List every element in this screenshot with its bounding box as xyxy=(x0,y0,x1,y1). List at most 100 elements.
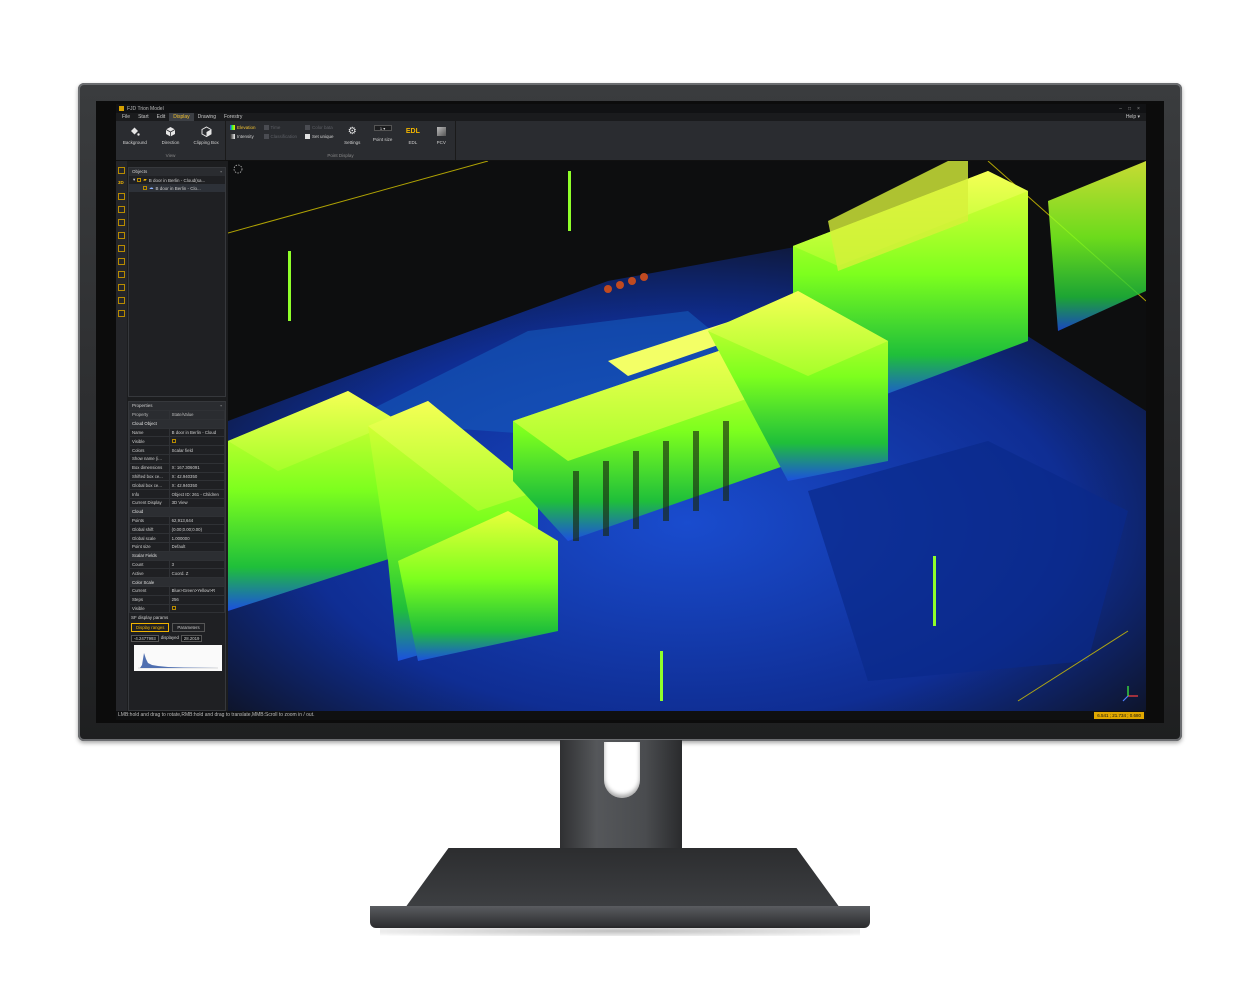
property-value[interactable] xyxy=(168,453,226,464)
property-value[interactable]: 256 xyxy=(168,594,226,605)
property-row[interactable]: Info Object ID: 261 - Children xyxy=(129,489,226,499)
pcv-button[interactable]: PCV xyxy=(432,123,451,153)
property-value[interactable]: (0.00;0.00;0.00) xyxy=(168,524,226,535)
set-unique-button[interactable]: Set unique xyxy=(305,134,334,139)
panel-pin-icon[interactable]: ▫ xyxy=(220,169,222,175)
property-row[interactable]: Current Display 3D View xyxy=(129,497,226,508)
menu-forestry[interactable]: Forestry xyxy=(220,113,246,121)
property-row[interactable]: Box dimensions X: 167.306091 xyxy=(129,462,226,473)
tool-view-icon[interactable] xyxy=(118,167,125,174)
property-value[interactable]: X: 167.306091 xyxy=(168,462,226,473)
tool-back-view-icon[interactable] xyxy=(118,219,125,226)
property-value[interactable]: B door in Berlin - Cloud xyxy=(168,427,226,438)
range-max-input[interactable]: 28.2019 xyxy=(180,635,203,643)
menu-start[interactable]: Start xyxy=(134,113,153,121)
tree-item-label: B door in Berlin - Clo... xyxy=(155,185,201,191)
property-value[interactable]: 1.000000 xyxy=(168,533,226,543)
property-row[interactable]: Global shift (0.00;0.00;0.00) xyxy=(129,524,226,535)
property-value[interactable]: X: 42.940350 xyxy=(168,480,226,491)
tab-parameters[interactable]: Parameters xyxy=(172,623,205,633)
property-section[interactable]: Scalar Fields xyxy=(129,550,225,561)
classification-button[interactable]: Classification xyxy=(263,134,297,139)
range-min-input[interactable]: -4.2477993 xyxy=(131,635,159,643)
background-button[interactable]: Background xyxy=(120,123,150,153)
property-row[interactable]: Colors Scalar field xyxy=(129,445,226,455)
menu-display[interactable]: Display xyxy=(169,113,194,121)
tool-right-view-icon[interactable] xyxy=(118,245,125,252)
tool-iso-view-icon[interactable] xyxy=(118,284,125,291)
3d-viewport[interactable] xyxy=(228,161,1146,711)
tool-measure-icon[interactable] xyxy=(118,297,125,304)
property-row[interactable]: Point size Default xyxy=(129,541,226,552)
property-section[interactable]: Color Scale xyxy=(129,577,225,587)
menu-drawing[interactable]: Drawing xyxy=(194,113,220,121)
property-row[interactable]: Current Blue>Green>Yellow>R xyxy=(129,585,226,596)
tool-lock-icon[interactable] xyxy=(118,193,125,200)
color-bata-button[interactable]: Color bata xyxy=(305,125,334,130)
elevation-button[interactable]: Elevation xyxy=(230,125,256,130)
direction-label: Direction xyxy=(161,140,180,145)
tool-bottom-view-icon[interactable] xyxy=(118,271,125,278)
ribbon-toolbar: Background Direction Clipping Box View E… xyxy=(116,121,1146,161)
close-button[interactable]: × xyxy=(1134,106,1143,112)
property-value[interactable]: 3 xyxy=(168,559,226,570)
help-menu[interactable]: Help ▾ xyxy=(1120,114,1146,120)
visible-checkbox[interactable] xyxy=(171,438,176,443)
intensity-button[interactable]: Intensity xyxy=(230,134,256,139)
tree-item-cloud[interactable]: ☁ B door in Berlin - Clo... xyxy=(129,184,225,192)
panel-pin-icon[interactable]: ▫ xyxy=(220,403,222,409)
property-section[interactable]: Cloud xyxy=(129,506,225,517)
menu-file[interactable]: File xyxy=(118,113,134,121)
property-value[interactable]: 62,913,644 xyxy=(168,515,226,526)
tree-checkbox[interactable] xyxy=(137,178,142,182)
property-value[interactable] xyxy=(168,436,226,447)
maximize-button[interactable]: □ xyxy=(1125,106,1134,112)
property-key: Steps xyxy=(129,594,170,605)
direction-button[interactable]: Direction xyxy=(156,123,186,153)
property-section-label: Cloud xyxy=(129,506,225,517)
menu-edit[interactable]: Edit xyxy=(153,113,170,121)
tool-left-view-icon[interactable] xyxy=(118,232,125,239)
property-row[interactable]: Count 3 xyxy=(129,559,226,570)
property-value[interactable]: Default xyxy=(168,541,226,552)
tool-3d-icon[interactable]: 3D xyxy=(118,180,125,187)
point-size-control[interactable]: 1 ▾ Point size xyxy=(371,123,394,153)
point-size-input[interactable]: 1 ▾ xyxy=(373,125,392,131)
property-row[interactable]: Show name (i... xyxy=(129,453,226,464)
property-value[interactable]: 3D View xyxy=(168,497,226,508)
tool-crop-icon[interactable] xyxy=(118,310,125,317)
property-row[interactable]: Global box ce... X: 42.940350 xyxy=(129,480,226,491)
property-value[interactable]: Scalar field xyxy=(168,445,226,455)
clipping-box-button[interactable]: Clipping Box xyxy=(191,123,221,153)
elevation-icon xyxy=(230,125,235,130)
visible-checkbox[interactable] xyxy=(171,605,176,610)
property-value[interactable]: Coord. Z xyxy=(168,568,226,579)
tab-display-ranges[interactable]: Display ranges xyxy=(131,623,170,633)
property-value[interactable]: Object ID: 261 - Children xyxy=(168,489,226,499)
property-row[interactable]: Steps 256 xyxy=(129,594,226,605)
settings-button[interactable]: ⚙ Settings xyxy=(342,123,363,153)
chevron-down-icon[interactable]: ▾ xyxy=(133,177,135,183)
tool-front-view-icon[interactable] xyxy=(118,206,125,213)
property-row[interactable]: Global scale 1.000000 xyxy=(129,533,226,543)
property-row[interactable]: Name B door in Berlin - Cloud xyxy=(129,427,226,438)
property-key: Global shift xyxy=(129,524,170,535)
tree-item-root[interactable]: ▾ ▰ B door in Berlin - Cloud(sa... xyxy=(129,176,225,184)
edl-button[interactable]: EDL EDL xyxy=(402,123,423,153)
property-row[interactable]: Visible xyxy=(129,436,226,447)
property-value[interactable]: X: 42.940350 xyxy=(168,471,226,482)
minimize-button[interactable]: – xyxy=(1116,106,1125,112)
property-value[interactable] xyxy=(168,603,226,614)
time-button[interactable]: Time xyxy=(263,125,298,130)
property-row[interactable]: Active Coord. Z xyxy=(129,568,226,579)
property-value[interactable]: Blue>Green>Yellow>R xyxy=(168,585,226,596)
tool-top-view-icon[interactable] xyxy=(118,258,125,265)
column-header-value: State/Value xyxy=(168,410,226,420)
tree-checkbox[interactable] xyxy=(143,186,147,190)
histogram[interactable] xyxy=(134,645,222,672)
property-key: Current Display xyxy=(129,497,170,508)
property-section[interactable]: Cloud Object xyxy=(129,418,225,429)
property-row[interactable]: Visible xyxy=(129,603,226,614)
property-row[interactable]: Points 62,913,644 xyxy=(129,515,226,526)
property-row[interactable]: Shifted box ce... X: 42.940350 xyxy=(129,471,226,482)
